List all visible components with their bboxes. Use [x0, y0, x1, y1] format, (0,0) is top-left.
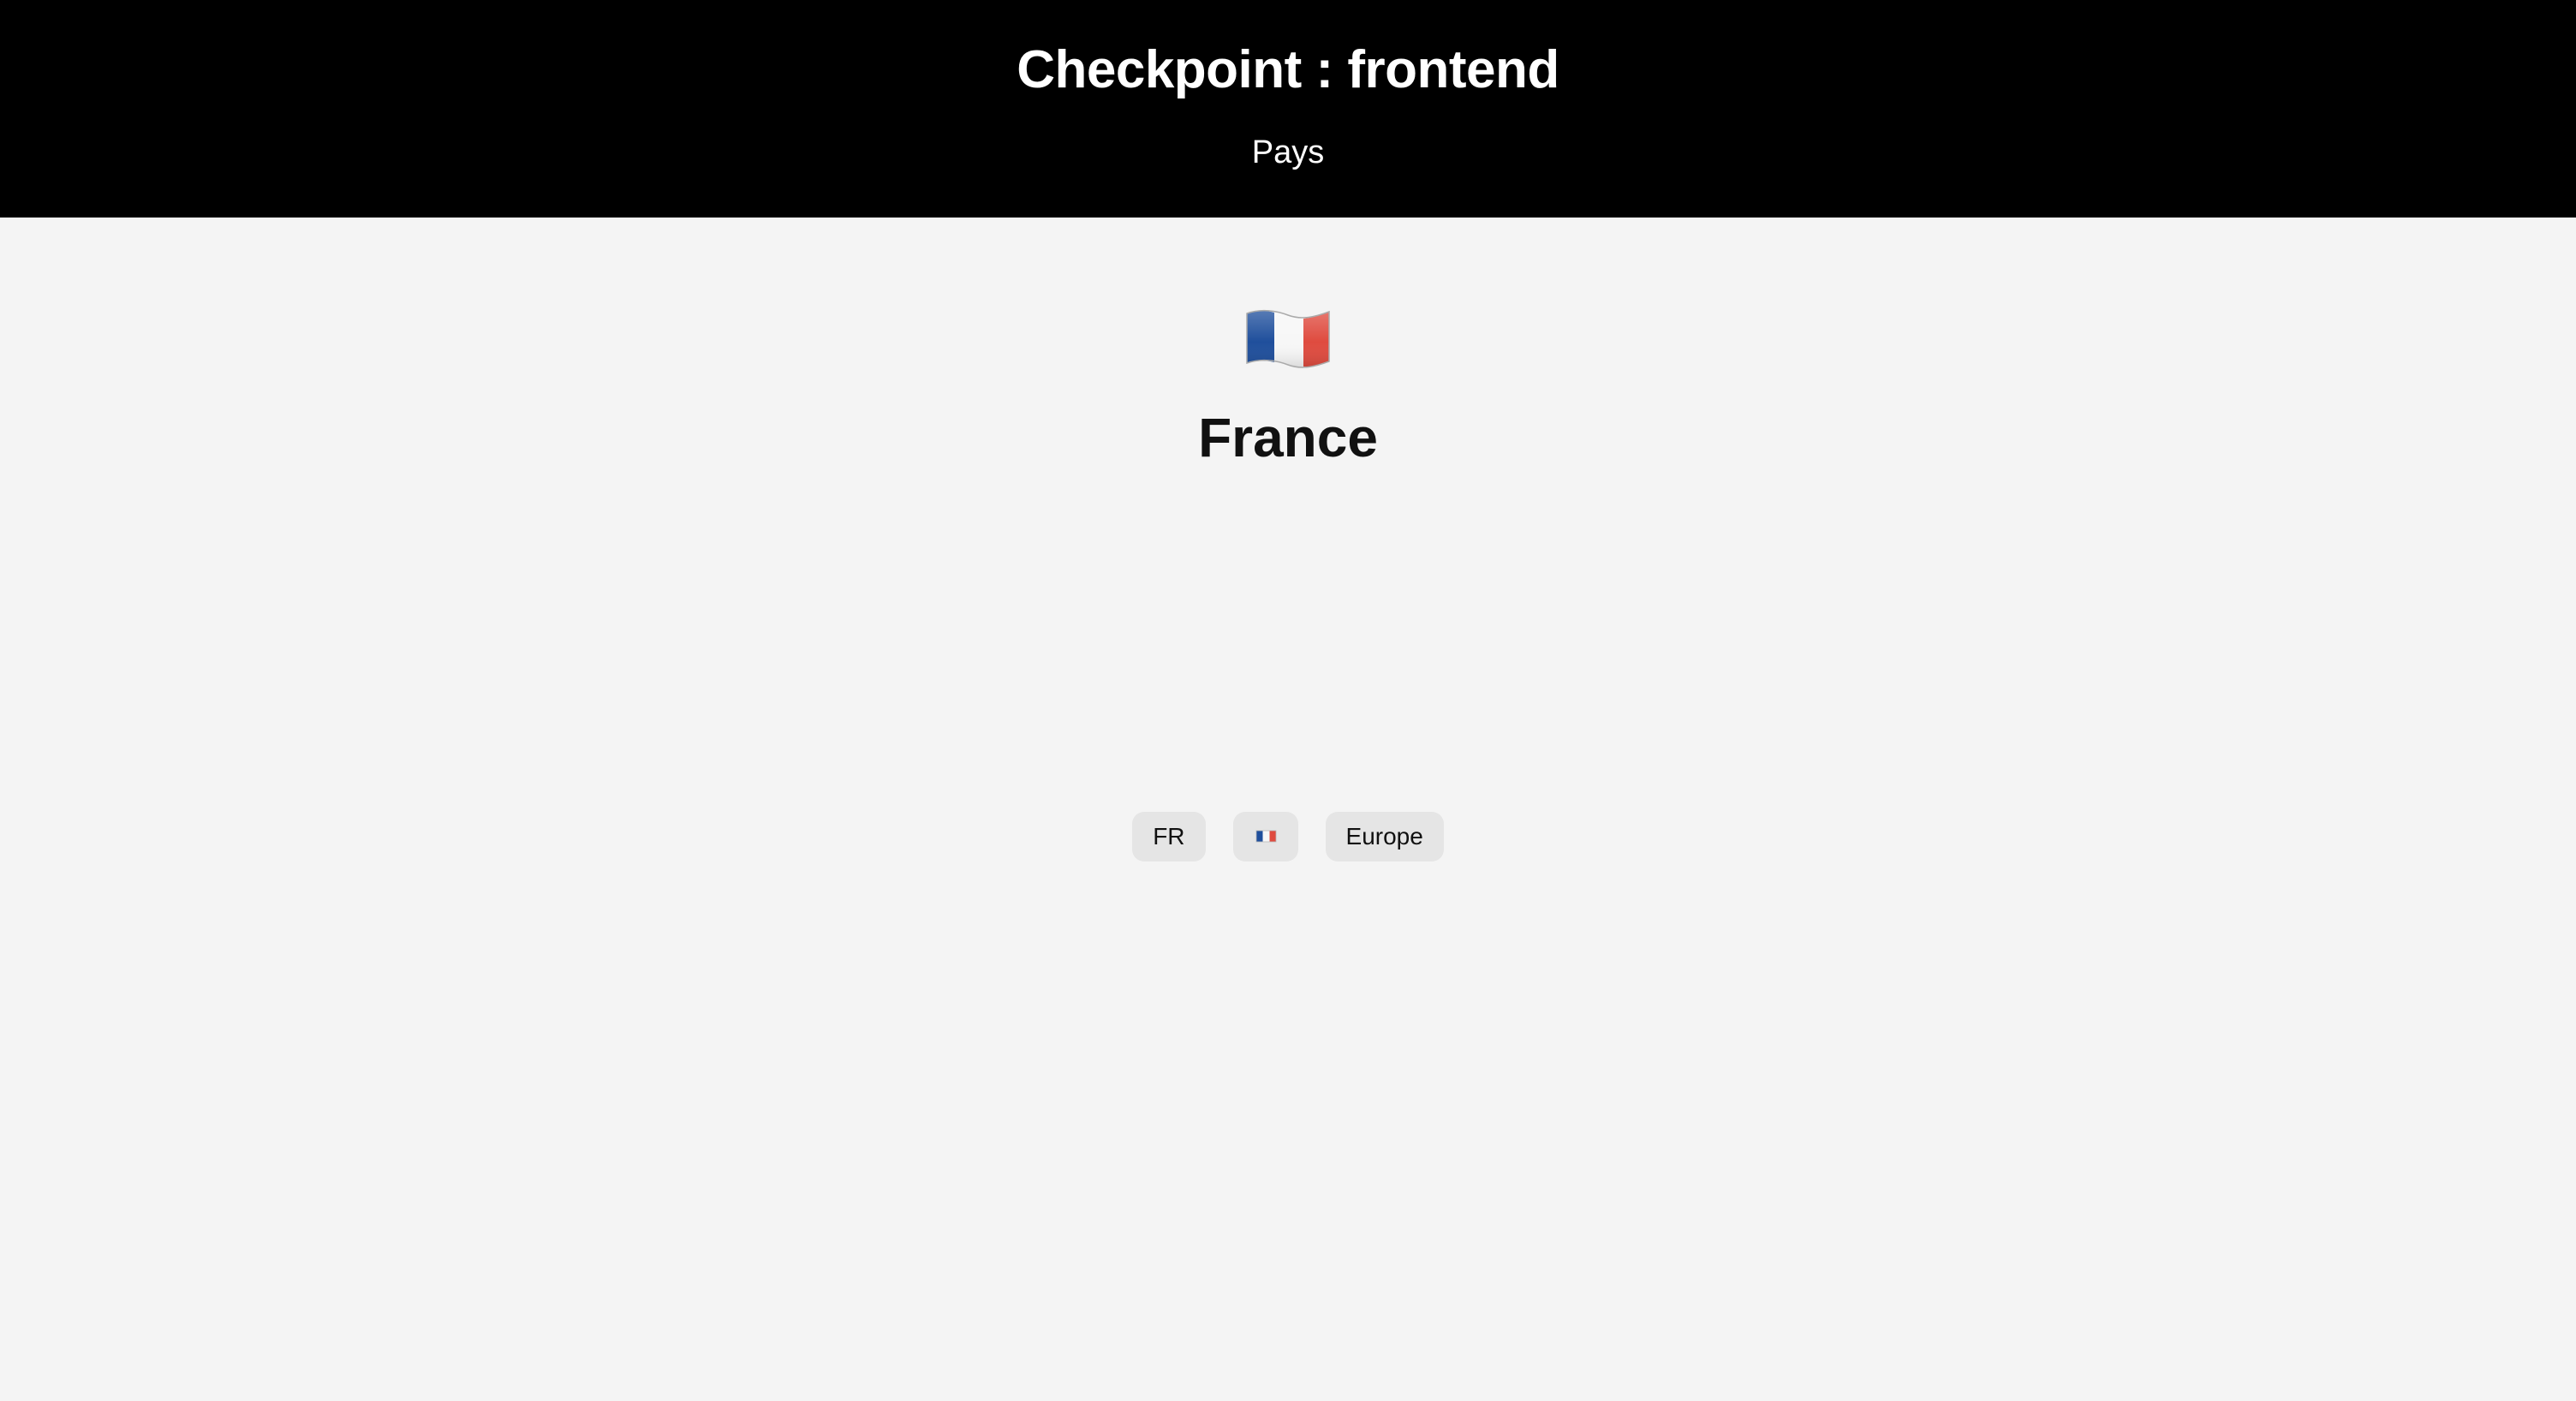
page-subtitle: Pays [1251, 134, 1325, 170]
country-flag-badge [1232, 812, 1298, 861]
country-code-badge: FR [1132, 812, 1206, 861]
country-tags: FR Europe [0, 812, 2576, 861]
country-region-badge: Europe [1325, 812, 1444, 861]
france-flag-icon [1255, 829, 1277, 844]
country-name: France [1198, 407, 1378, 468]
page-title: Checkpoint : frontend [1017, 40, 1559, 99]
france-flag-icon [1240, 300, 1336, 370]
page-header: Checkpoint : frontend Pays [0, 0, 2576, 218]
country-details: France FR Europe [0, 300, 2576, 861]
